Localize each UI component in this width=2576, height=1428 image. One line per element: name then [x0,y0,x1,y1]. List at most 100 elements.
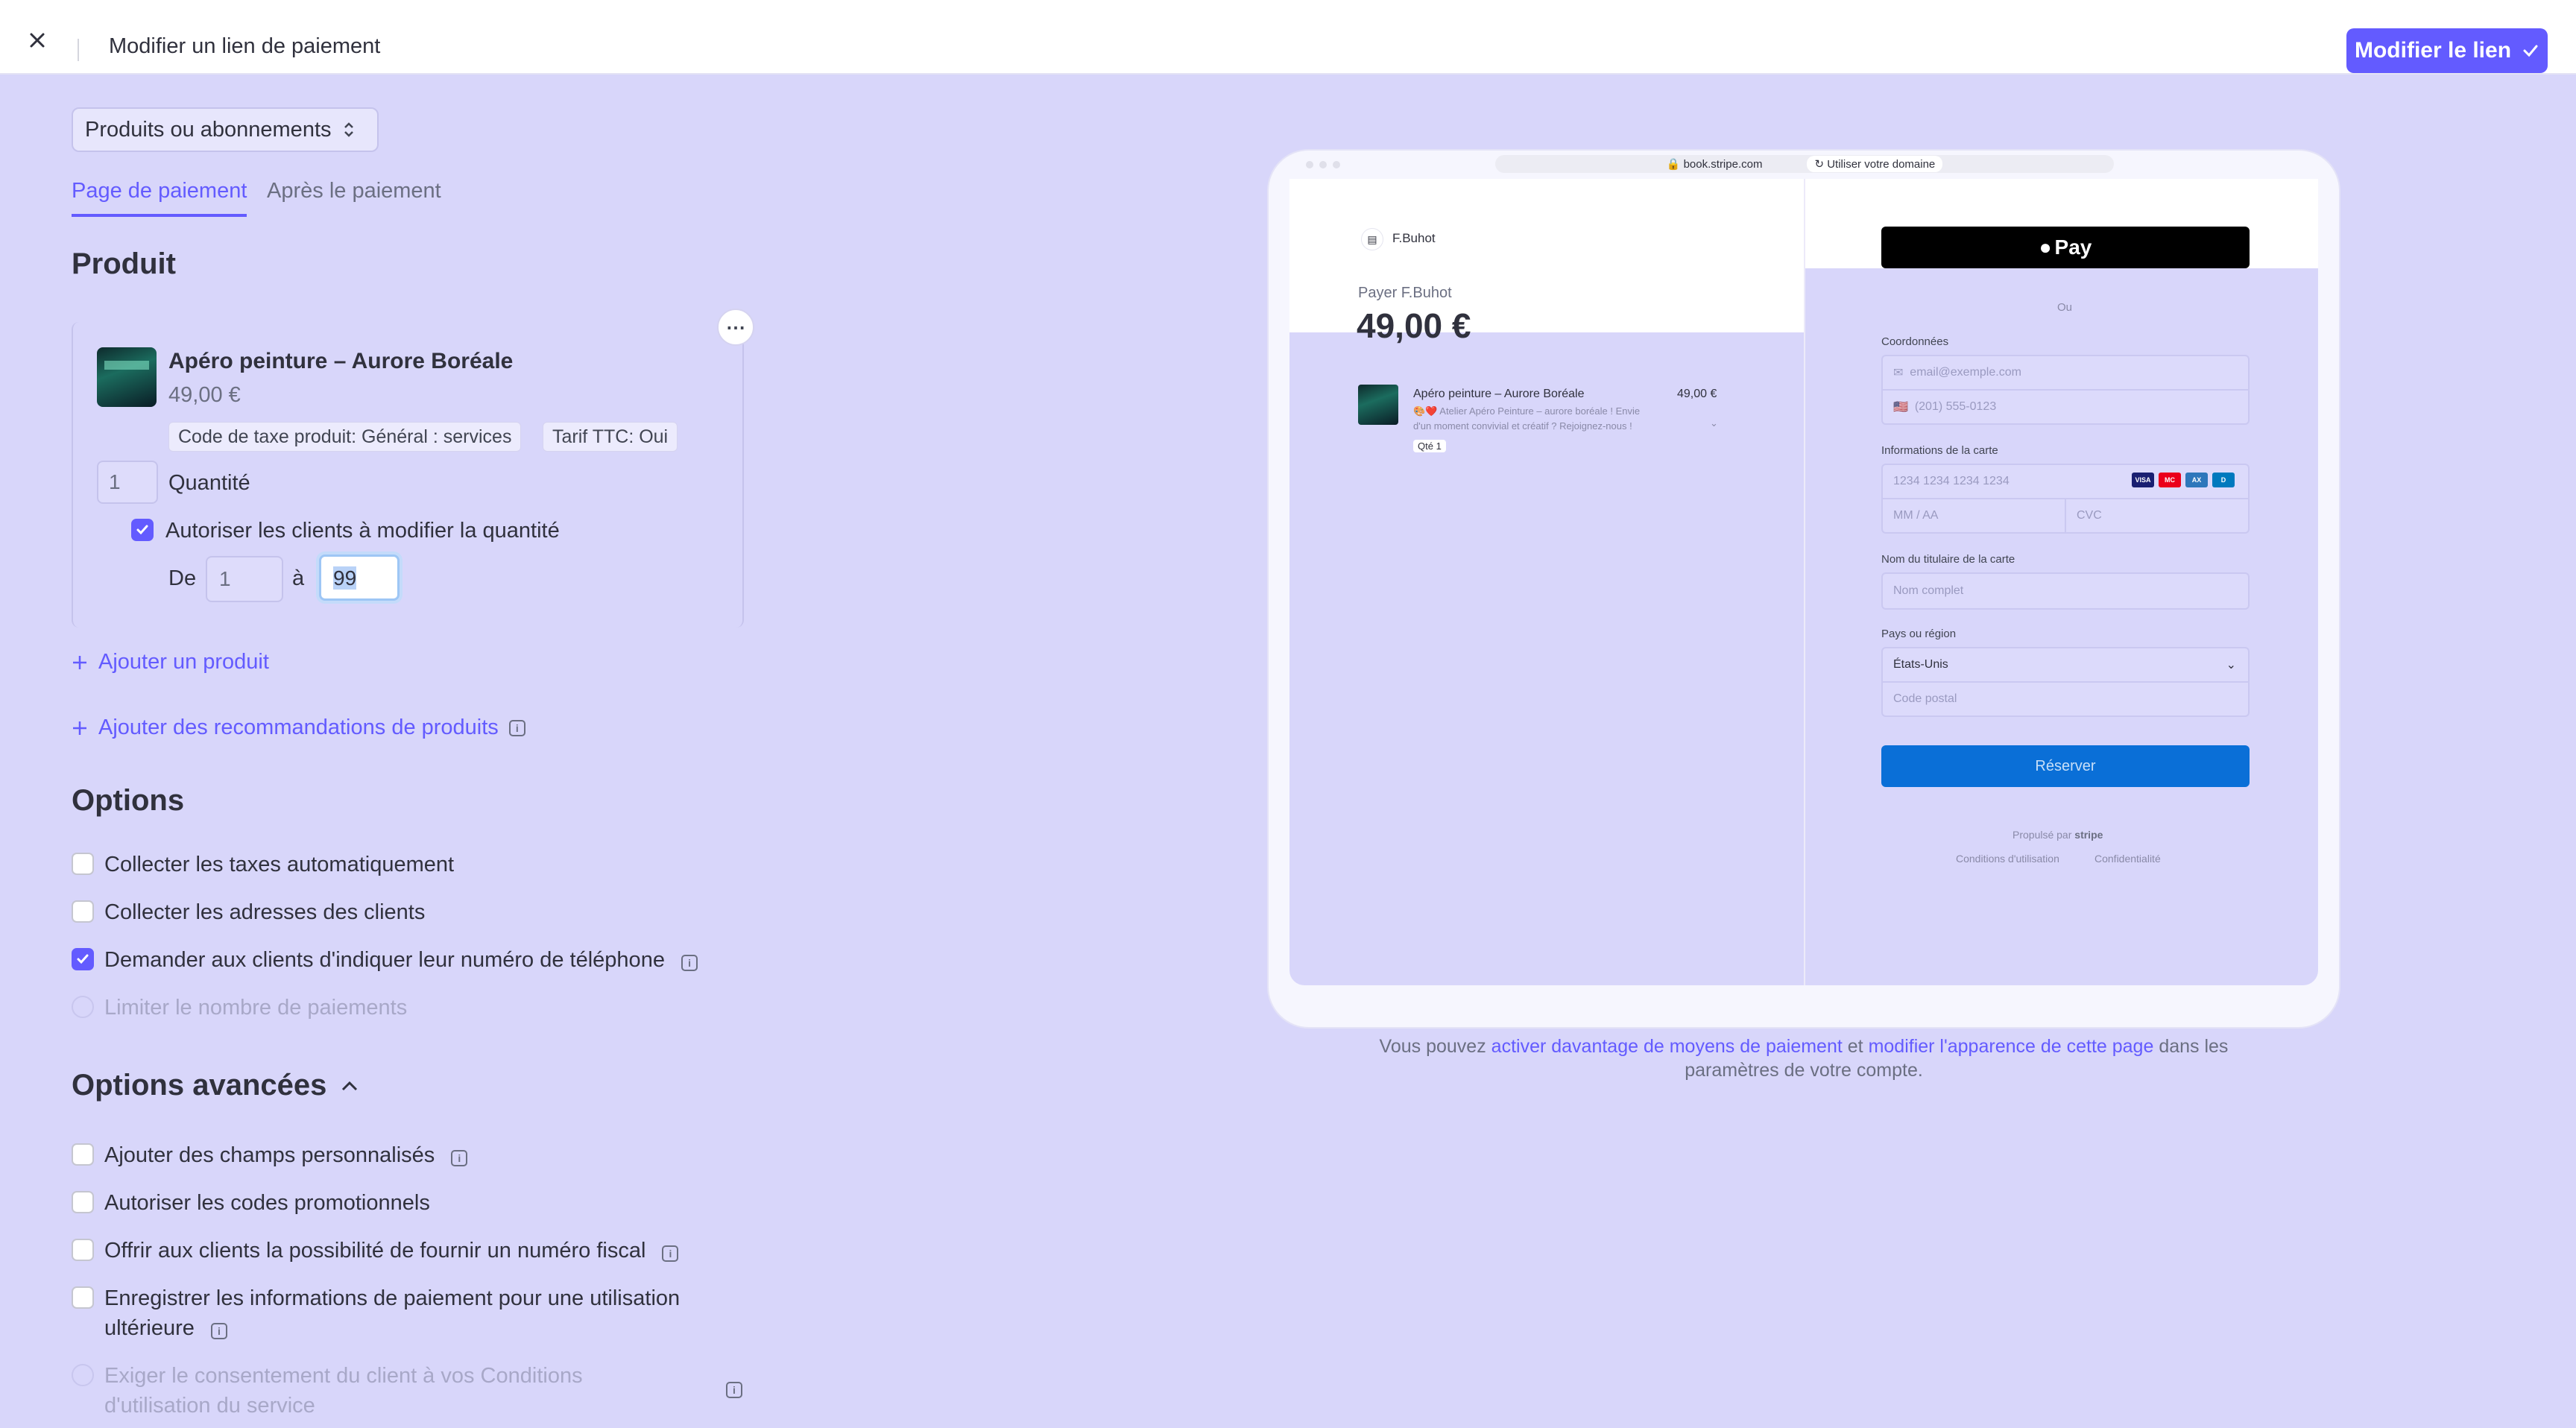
preview-qty-select[interactable]: Qté 1 [1413,440,1446,452]
divider [78,39,79,61]
tax-code-badge: Code de taxe produit: Général : services [168,422,522,452]
url-text: 🔒 book.stripe.com [1666,158,1763,171]
chevron-up-icon [342,1081,358,1090]
product-image [97,347,157,407]
add-product-link[interactable]: Ajouter un produit [72,650,269,674]
merchant-name: F.Buhot [1392,231,1436,245]
save-payment-checkbox[interactable] [72,1286,94,1309]
preview-cvc-input[interactable]: CVC [2065,498,2250,534]
use-domain-button[interactable]: ↻ Utiliser votre domaine [1807,156,1943,172]
check-icon [2523,45,2538,57]
tax-id-label: Offrir aux clients la possibilité de fou… [104,1239,679,1263]
advanced-title-text: Options avancées [72,1069,327,1102]
add-product-label: Ajouter un produit [98,650,269,674]
contact-label: Coordonnées [1881,335,1949,348]
pay-label: Payer F.Buhot [1358,285,1452,301]
apple-pay-label: Pay [2054,236,2092,259]
check-icon [77,954,89,964]
chevron-up-down-icon [344,122,353,137]
terms-consent-checkbox [72,1364,94,1386]
collect-taxes-checkbox[interactable] [72,853,94,875]
plus-icon [73,655,86,669]
more-options-icon[interactable]: ⋯ [717,309,754,346]
plus-icon [73,721,86,735]
country-label: Pays ou région [1881,628,1957,640]
options-section-title: Options [72,784,185,817]
adjust-quantity-checkbox[interactable] [131,519,154,541]
preview-product-desc-2: d'un moment convivial et créatif ? Rejoi… [1413,420,1632,432]
edit-link-button[interactable]: Modifier le lien [2346,28,2548,73]
preview-product-image [1358,385,1398,425]
preview-email-input[interactable]: ✉ email@exemple.com [1881,355,2250,391]
limit-payments-checkbox [72,996,94,1018]
tab-after-payment[interactable]: Après le paiement [267,179,441,214]
preview-amount: 49,00 € [1357,306,1471,345]
collect-addresses-label: Collecter les adresses des clients [104,900,426,924]
range-to-label: à [292,566,305,590]
promo-codes-checkbox[interactable] [72,1191,94,1213]
tax-id-checkbox[interactable] [72,1239,94,1261]
info-icon[interactable]: i [451,1150,468,1166]
require-phone-label: Demander aux clients d'indiquer leur num… [104,948,698,973]
preview-terms-link[interactable]: Conditions d'utilisation [1956,853,2059,865]
info-icon[interactable]: i [662,1245,679,1262]
add-recommendations-label: Ajouter des recommandations de produits [98,715,499,739]
terms-consent-label-line2: d'utilisation du service [104,1394,315,1418]
page-title: Modifier un lien de paiement [109,34,381,58]
info-icon[interactable]: i [726,1382,742,1398]
terms-consent-label-line1: Exiger le consentement du client à vos C… [104,1364,583,1388]
apple-icon: ● [2039,236,2052,259]
require-phone-text: Demander aux clients d'indiquer leur num… [104,948,665,972]
close-icon[interactable] [22,25,52,55]
quantity-input[interactable]: 1 [97,461,158,504]
max-quantity-input[interactable]: 99 [319,555,400,601]
custom-fields-checkbox[interactable] [72,1143,94,1166]
require-phone-checkbox[interactable] [72,948,94,970]
info-icon[interactable]: i [210,1323,227,1339]
collect-taxes-label: Collecter les taxes automatiquement [104,853,455,876]
card-brands: VISA MC AX D [2132,473,2235,487]
tab-payment-page[interactable]: Page de paiement [72,179,247,217]
edit-link-label: Modifier le lien [2354,38,2512,63]
promo-codes-label: Autoriser les codes promotionnels [104,1191,430,1215]
apple-pay-button[interactable]: ● Pay [1881,227,2250,268]
preview-privacy-link[interactable]: Confidentialité [2094,853,2161,865]
tax-inclusive-badge: Tarif TTC: Oui [543,422,678,452]
preview-country-select[interactable]: États-Unis ⌄ [1881,647,2250,683]
info-icon[interactable]: i [508,719,525,736]
range-from-label: De [168,566,197,590]
adjust-quantity-label: Autoriser les clients à modifier la quan… [165,519,560,543]
preview-submit-button[interactable]: Réserver [1881,745,2250,787]
advanced-section-title[interactable]: Options avancées [72,1069,359,1102]
custom-fields-text: Ajouter des champs personnalisés [104,1143,435,1167]
limit-payments-label: Limiter le nombre de paiements [104,996,408,1020]
chevron-down-icon: ⌄ [2226,659,2236,672]
cardholder-label: Nom du titulaire de la carte [1881,553,2015,566]
or-separator: Ou [2057,301,2073,314]
min-quantity-input[interactable]: 1 [206,556,283,602]
url-bar: 🔒 book.stripe.com ↻ Utiliser votre domai… [1495,155,2114,173]
add-recommendations-link[interactable]: Ajouter des recommandations de produits … [72,715,525,740]
product-type-value: Produits ou abonnements [85,117,332,142]
preview-phone-input[interactable]: 🇺🇸 (201) 555-0123 [1881,389,2250,425]
top-bar: Modifier un lien de paiement Modifier le… [0,0,2576,75]
diners-icon: D [2212,473,2235,487]
visa-icon: VISA [2132,473,2154,487]
customize-appearance-link[interactable]: modifier l'apparence de cette page [1869,1036,2154,1057]
preview-postal-input[interactable]: Code postal [1881,681,2250,717]
preview-cardholder-input[interactable]: Nom complet [1881,572,2250,610]
chevron-down-icon[interactable]: ⌄ [1710,417,1718,429]
card-info-label: Informations de la carte [1881,444,1998,457]
preview-product-desc-1: 🎨❤️ Atelier Apéro Peinture – aurore boré… [1413,405,1641,417]
product-type-select[interactable]: Produits ou abonnements [72,107,379,152]
preview-product-name: Apéro peinture – Aurore Boréale [1413,388,1585,400]
save-payment-label-line1: Enregistrer les informations de paiement… [104,1286,681,1310]
product-price: 49,00 € [168,383,241,407]
preview-expiry-input[interactable]: MM / AA [1881,498,2066,534]
check-icon [136,525,148,535]
save-payment-label-line2: ultérieure i [104,1316,227,1341]
custom-fields-label: Ajouter des champs personnalisés i [104,1143,468,1168]
collect-addresses-checkbox[interactable] [72,900,94,923]
enable-payment-methods-link[interactable]: activer davantage de moyens de paiement [1491,1036,1843,1057]
info-icon[interactable]: i [681,955,698,971]
